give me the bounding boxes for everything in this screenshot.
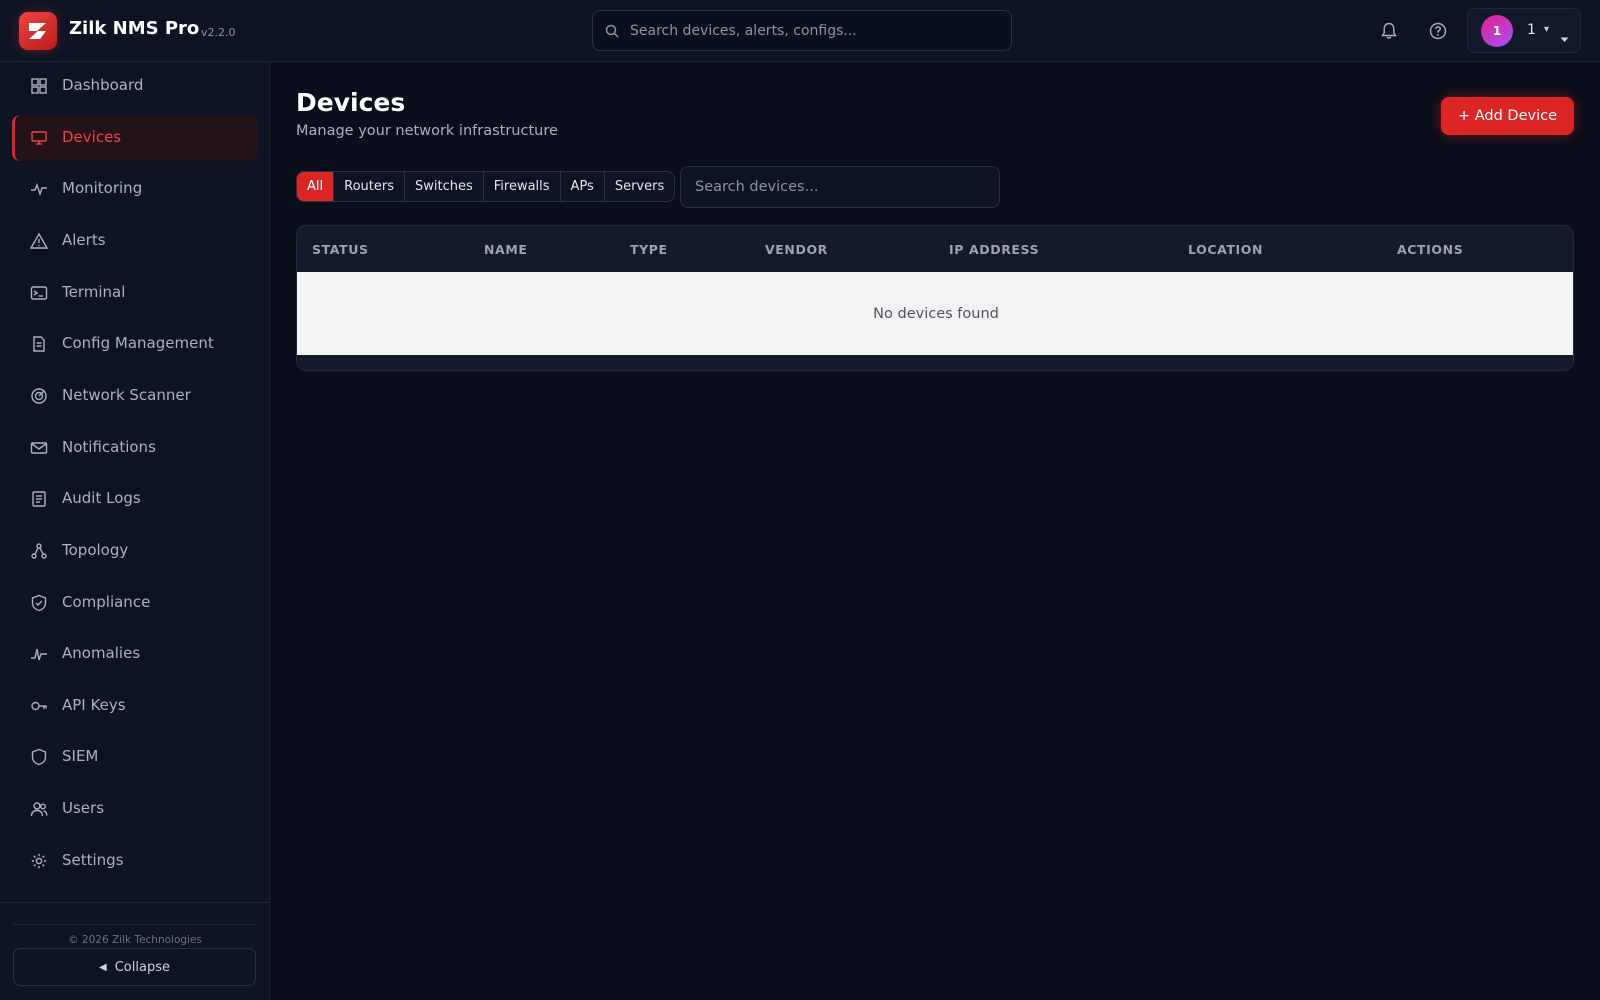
chevron-down-icon	[1560, 28, 1569, 47]
sidebar-item-terminal[interactable]: Terminal	[12, 270, 258, 316]
collapse-button[interactable]: ◀ Collapse	[13, 948, 256, 986]
audit-icon	[30, 490, 48, 508]
sidebar-item-label: Topology	[62, 540, 129, 559]
collapse-label: Collapse	[114, 959, 170, 975]
sidebar-item-label: Users	[62, 799, 105, 818]
filter-tab-servers[interactable]: Servers	[605, 172, 674, 201]
column-header-name[interactable]: NAME	[484, 242, 528, 257]
column-header-type[interactable]: TYPE	[630, 242, 668, 257]
search-icon	[605, 23, 619, 42]
gear-icon	[30, 852, 48, 870]
sidebar-item-label: Anomalies	[62, 644, 141, 663]
help-icon[interactable]	[1427, 20, 1449, 42]
devices-table: STATUS NAME TYPE VENDOR IP ADDRESS LOCATION AC…	[296, 225, 1574, 371]
sidebar-item-label: Settings	[62, 850, 124, 869]
user-name: 1	[1527, 22, 1536, 38]
alerts-icon	[30, 232, 48, 250]
sidebar-item-monitoring[interactable]: Monitoring	[12, 166, 258, 212]
sidebar-item-siem[interactable]: SIEM	[12, 734, 258, 780]
sidebar-item-audit-logs[interactable]: Audit Logs	[12, 476, 258, 522]
sidebar-item-network-scanner[interactable]: Network Scanner	[12, 373, 258, 419]
page-title: Devices	[296, 88, 406, 117]
app-version: v2.2.0	[201, 26, 236, 39]
sidebar-item-label: Compliance	[62, 592, 151, 611]
monitoring-icon	[30, 180, 48, 198]
terminal-icon	[30, 284, 48, 302]
collapse-icon: ◀	[99, 961, 107, 973]
sidebar-item-label: Alerts	[62, 230, 106, 249]
filter-tab-firewalls[interactable]: Firewalls	[484, 172, 561, 201]
sidebar-item-notifications[interactable]: Notifications	[12, 425, 258, 471]
sidebar-item-label: Config Management	[62, 334, 214, 353]
sidebar-item-anomalies[interactable]: Anomalies	[12, 631, 258, 677]
sidebar-divider	[12, 924, 258, 925]
sidebar-item-label: Devices	[62, 127, 122, 146]
filter-tab-switches[interactable]: Switches	[405, 172, 484, 201]
device-type-filter: All Routers Switches Firewalls APs Servers	[296, 171, 676, 202]
column-header-ip-address[interactable]: IP ADDRESS	[949, 242, 1039, 257]
sidebar-item-label: Dashboard	[62, 76, 144, 94]
sidebar-item-label: Notifications	[62, 437, 156, 456]
avatar: 1	[1481, 15, 1513, 47]
sidebar-item-settings[interactable]: Settings	[12, 838, 258, 884]
sidebar-item-alerts[interactable]: Alerts	[12, 218, 258, 264]
sidebar-item-dashboard[interactable]: Dashboard	[12, 63, 258, 109]
topology-icon	[30, 542, 48, 560]
bell-icon[interactable]	[1378, 20, 1400, 42]
sidebar-item-label: Audit Logs	[62, 489, 141, 508]
key-icon	[30, 697, 48, 715]
device-search-input[interactable]	[695, 167, 990, 207]
filter-tab-aps[interactable]: APs	[561, 172, 605, 201]
page-subtitle: Manage your network infrastructure	[296, 123, 558, 139]
sidebar-item-api-keys[interactable]: API Keys	[12, 683, 258, 729]
zilk-logo-icon	[29, 23, 46, 39]
sidebar: Dashboard Devices Monitoring Alerts Terminal…	[0, 62, 270, 1000]
scanner-icon	[30, 387, 48, 405]
add-device-button[interactable]: + Add Device	[1441, 97, 1574, 135]
sidebar-item-label: Network Scanner	[62, 385, 191, 404]
filter-tab-routers[interactable]: Routers	[334, 172, 405, 201]
global-search[interactable]	[592, 10, 1012, 51]
siem-icon	[30, 748, 48, 766]
sidebar-divider	[0, 902, 269, 903]
sidebar-item-compliance[interactable]: Compliance	[12, 580, 258, 626]
brand-logo[interactable]	[19, 12, 57, 50]
sidebar-item-label: SIEM	[62, 747, 99, 766]
sidebar-item-topology[interactable]: Topology	[12, 528, 258, 574]
sidebar-item-config-management[interactable]: Config Management	[12, 321, 258, 367]
app-name: Zilk NMS Pro	[69, 18, 200, 39]
sidebar-item-label: Monitoring	[62, 179, 143, 198]
column-header-vendor[interactable]: VENDOR	[765, 242, 828, 257]
column-header-actions[interactable]: ACTIONS	[1397, 242, 1463, 257]
dashboard-icon	[30, 77, 48, 95]
sidebar-item-devices[interactable]: Devices	[12, 114, 258, 161]
sidebar-item-users[interactable]: Users	[12, 786, 258, 832]
sidebar-item-label: Terminal	[62, 282, 126, 301]
column-header-location[interactable]: LOCATION	[1188, 242, 1263, 257]
filter-tab-all[interactable]: All	[297, 172, 335, 201]
compliance-icon	[30, 594, 48, 612]
global-search-input[interactable]	[630, 11, 1000, 50]
top-bar: Zilk NMS Pro v2.2.0 1 1 ▾	[0, 0, 1600, 62]
devices-icon	[30, 129, 48, 147]
config-icon	[30, 335, 48, 353]
anomalies-icon	[30, 645, 48, 663]
empty-state: No devices found	[297, 272, 1573, 355]
copyright: © 2026 Zilk Technologies	[68, 934, 202, 946]
device-search[interactable]	[680, 166, 1000, 208]
user-menu[interactable]: 1 1 ▾	[1467, 8, 1581, 53]
users-icon	[30, 800, 48, 818]
envelope-icon	[30, 439, 48, 457]
sidebar-item-label: API Keys	[62, 695, 126, 714]
user-caret: ▾	[1544, 24, 1550, 35]
column-header-status[interactable]: STATUS	[312, 242, 369, 257]
